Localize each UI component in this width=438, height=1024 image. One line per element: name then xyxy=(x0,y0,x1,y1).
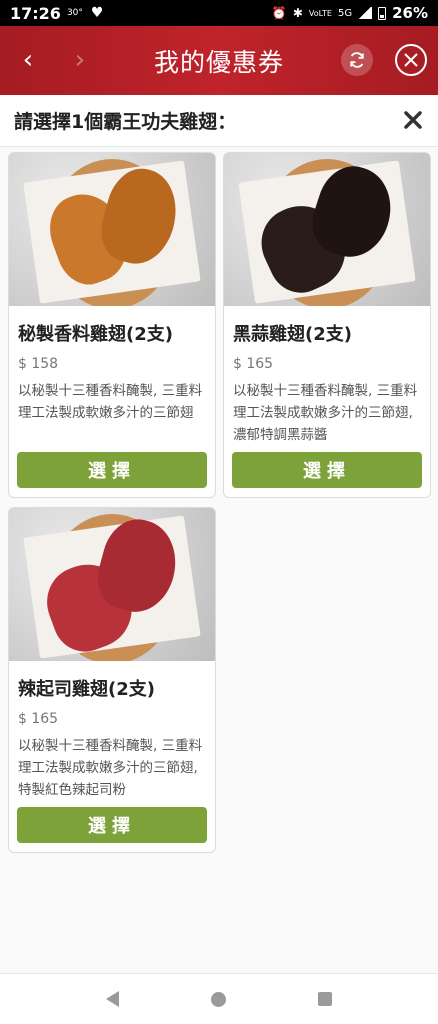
select-button[interactable]: 選擇 xyxy=(232,452,422,488)
product-card: 辣起司雞翅(2支) $ 165 以秘製十三種香料醃製, 三重料理工法製成軟嫩多汁… xyxy=(8,507,216,853)
battery-percentage: 26% xyxy=(392,4,428,22)
product-description: 以秘製十三種香料醃製, 三重料理工法製成軟嫩多汁的三節翅 xyxy=(18,383,203,421)
product-description: 以秘製十三種香料醃製, 三重料理工法製成軟嫩多汁的三節翅, 特製紅色辣起司粉 xyxy=(18,738,203,798)
product-description: 以秘製十三種香料醃製, 三重料理工法製成軟嫩多汁的三節翅, 濃郁特調黑蒜醬 xyxy=(233,383,418,443)
app-header: ‹ › 我的優惠券 xyxy=(0,26,438,95)
selection-prompt: 請選擇1個霸王功夫雞翅： xyxy=(14,111,237,133)
product-name: 秘製香料雞翅(2支) xyxy=(18,324,173,345)
status-time: 17:26 xyxy=(10,3,61,23)
product-price: $ 165 xyxy=(233,356,274,372)
nav-home-icon[interactable] xyxy=(211,991,226,1007)
product-image xyxy=(9,508,215,661)
selection-prompt-bar: 請選擇1個霸王功夫雞翅： xyxy=(0,95,438,147)
nav-recents-icon[interactable] xyxy=(318,992,332,1006)
bluetooth-icon: ✱ xyxy=(292,6,303,20)
chevron-right-icon[interactable]: › xyxy=(66,46,94,74)
refresh-icon xyxy=(350,52,364,68)
close-button[interactable] xyxy=(395,44,427,76)
battery-icon xyxy=(378,6,387,20)
system-nav-bar xyxy=(0,973,438,1024)
product-name: 黑蒜雞翅(2支) xyxy=(233,324,352,345)
heart-icon: ♥ xyxy=(90,5,104,21)
page-title: 我的優惠券 xyxy=(153,47,284,77)
chevron-left-icon[interactable]: ‹ xyxy=(14,46,42,74)
network-type: 5G xyxy=(337,7,353,19)
alarm-icon: ⏰ xyxy=(271,6,287,20)
product-card: 秘製香料雞翅(2支) $ 158 以秘製十三種香料醃製, 三重料理工法製成軟嫩多… xyxy=(8,152,216,498)
volte-icon: VoLTE xyxy=(308,8,332,18)
product-card: 黑蒜雞翅(2支) $ 165 以秘製十三種香料醃製, 三重料理工法製成軟嫩多汁的… xyxy=(223,152,431,498)
refresh-button[interactable] xyxy=(341,44,373,76)
select-button[interactable]: 選擇 xyxy=(17,452,207,488)
status-right-icons: ⏰ ✱ VoLTE 5G 26% xyxy=(272,4,428,22)
status-bar: 17:26 30° ♥ ⏰ ✱ VoLTE 5G 26% xyxy=(0,0,438,26)
product-price: $ 165 xyxy=(18,711,59,727)
product-image xyxy=(9,153,215,306)
product-price: $ 158 xyxy=(18,356,59,372)
status-temperature: 30° xyxy=(66,8,83,18)
select-button[interactable]: 選擇 xyxy=(17,807,207,843)
close-icon[interactable] xyxy=(402,109,424,131)
product-name: 辣起司雞翅(2支) xyxy=(18,679,155,700)
close-circle-icon xyxy=(404,53,418,67)
nav-back-icon[interactable] xyxy=(106,991,119,1007)
product-image xyxy=(224,153,430,306)
signal-icon xyxy=(358,7,373,19)
product-grid: 秘製香料雞翅(2支) $ 158 以秘製十三種香料醃製, 三重料理工法製成軟嫩多… xyxy=(0,147,438,973)
